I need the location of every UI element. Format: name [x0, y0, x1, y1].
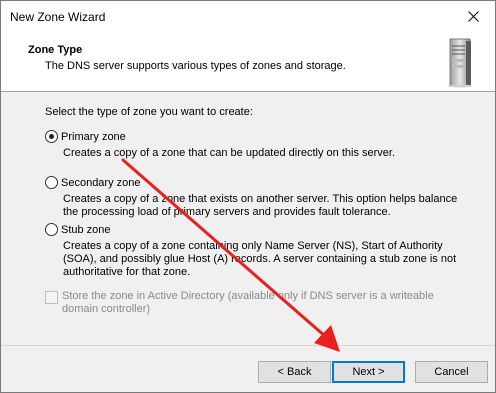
radio-primary-zone[interactable]: Primary zone	[45, 130, 126, 143]
server-icon	[448, 38, 472, 88]
page-title: Zone Type	[28, 44, 83, 56]
radio-label: Primary zone	[61, 130, 126, 143]
primary-zone-description: Creates a copy of a zone that can be upd…	[63, 147, 396, 159]
radio-button[interactable]	[45, 176, 58, 189]
radio-secondary-zone[interactable]: Secondary zone	[45, 176, 141, 189]
stub-zone-description: Creates a copy of a zone containing only…	[63, 240, 457, 278]
close-icon	[467, 10, 479, 22]
radio-label: Secondary zone	[61, 176, 141, 189]
window-title: New Zone Wizard	[10, 10, 106, 24]
page-subtitle: The DNS server supports various types of…	[45, 60, 346, 72]
radio-button[interactable]	[45, 223, 58, 236]
footer-divider	[1, 345, 495, 346]
wizard-header: Zone Type The DNS server supports variou…	[1, 32, 495, 92]
title-bar: New Zone Wizard	[1, 1, 495, 32]
next-button[interactable]: Next >	[332, 361, 405, 383]
back-button[interactable]: < Back	[258, 361, 331, 383]
close-button[interactable]	[451, 1, 495, 31]
zone-type-prompt: Select the type of zone you want to crea…	[45, 106, 253, 118]
wizard-content: Select the type of zone you want to crea…	[1, 93, 495, 345]
store-in-ad-option: Store the zone in Active Directory (avai…	[45, 290, 472, 316]
store-in-ad-label: Store the zone in Active Directory (avai…	[62, 290, 434, 315]
radio-button[interactable]	[45, 130, 58, 143]
cancel-button[interactable]: Cancel	[415, 361, 488, 383]
secondary-zone-description: Creates a copy of a zone that exists on …	[63, 193, 458, 218]
wizard-window: New Zone Wizard Zone Type The DNS server…	[0, 0, 496, 393]
radio-label: Stub zone	[61, 223, 111, 236]
radio-stub-zone[interactable]: Stub zone	[45, 223, 111, 236]
store-in-ad-checkbox	[45, 291, 58, 304]
